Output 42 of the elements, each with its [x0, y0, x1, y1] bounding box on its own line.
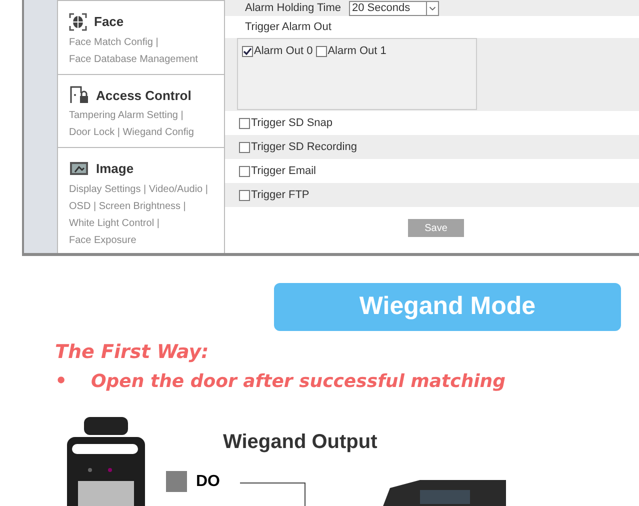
- section-link[interactable]: Tampering Alarm Setting |: [69, 107, 213, 124]
- checkbox-label: Alarm Out 0: [254, 44, 313, 59]
- field-label: Alarm Holding Time: [245, 0, 341, 16]
- checkbox[interactable]: [239, 190, 250, 200]
- section-title: Image: [96, 160, 134, 178]
- checkbox-label: Trigger SD Snap: [251, 116, 333, 131]
- sidebar-section[interactable]: Access Control Tampering Alarm Setting | Door Lock | Wiegand Config: [58, 74, 224, 147]
- bullet-mark: •: [55, 369, 68, 394]
- port-label: DO: [196, 472, 220, 492]
- diagram-title: Wiegand Output: [223, 430, 378, 455]
- sidebar-section[interactable]: Image Display Settings | Video/Audio | OSD | Screen Brightness | White Light Control | Face Exposure: [58, 147, 224, 253]
- monitor-icon: [69, 160, 89, 177]
- door-lock-icon: [69, 86, 89, 104]
- section-link[interactable]: OSD | Screen Brightness |: [69, 198, 213, 214]
- checkbox-label: Alarm Out 1: [328, 44, 386, 59]
- subheading: The First Way:: [55, 341, 209, 363]
- checkbox[interactable]: [316, 46, 327, 57]
- checkbox[interactable]: [242, 46, 253, 57]
- section-link[interactable]: White Light Control |: [69, 214, 213, 232]
- section-link[interactable]: Display Settings | Video/Audio |: [69, 180, 213, 198]
- holding-time-dropdown[interactable]: 20 Seconds: [348, 0, 439, 16]
- field-label: Trigger Alarm Out: [245, 20, 332, 35]
- checkbox[interactable]: [239, 118, 250, 128]
- section-link[interactable]: Face Match Config |: [69, 34, 213, 50]
- section-heading: Wiegand Mode: [274, 283, 621, 331]
- bullet-text: Open the door after successful matching: [91, 370, 506, 394]
- section-title: Face: [94, 13, 124, 31]
- checkbox-label: Trigger FTP: [251, 188, 310, 203]
- section-link[interactable]: Door Lock | Wiegand Config: [69, 124, 213, 141]
- port-square-icon: [166, 471, 187, 492]
- checkbox-label: Trigger SD Recording: [251, 140, 357, 155]
- section-link[interactable]: Face Exposure: [69, 232, 213, 248]
- checkbox[interactable]: [239, 166, 250, 176]
- section-title: Access Control: [96, 86, 192, 104]
- wire-line: [240, 482, 307, 506]
- save-button[interactable]: Save: [408, 219, 464, 237]
- caret-icon: [426, 2, 438, 14]
- checkbox[interactable]: [239, 142, 250, 152]
- checkbox-label: Trigger Email: [251, 164, 316, 179]
- face-icon: [69, 12, 87, 31]
- section-link[interactable]: Face Database Management: [69, 50, 213, 68]
- sidebar-section[interactable]: Face Face Match Config | Face Database Management: [58, 0, 224, 74]
